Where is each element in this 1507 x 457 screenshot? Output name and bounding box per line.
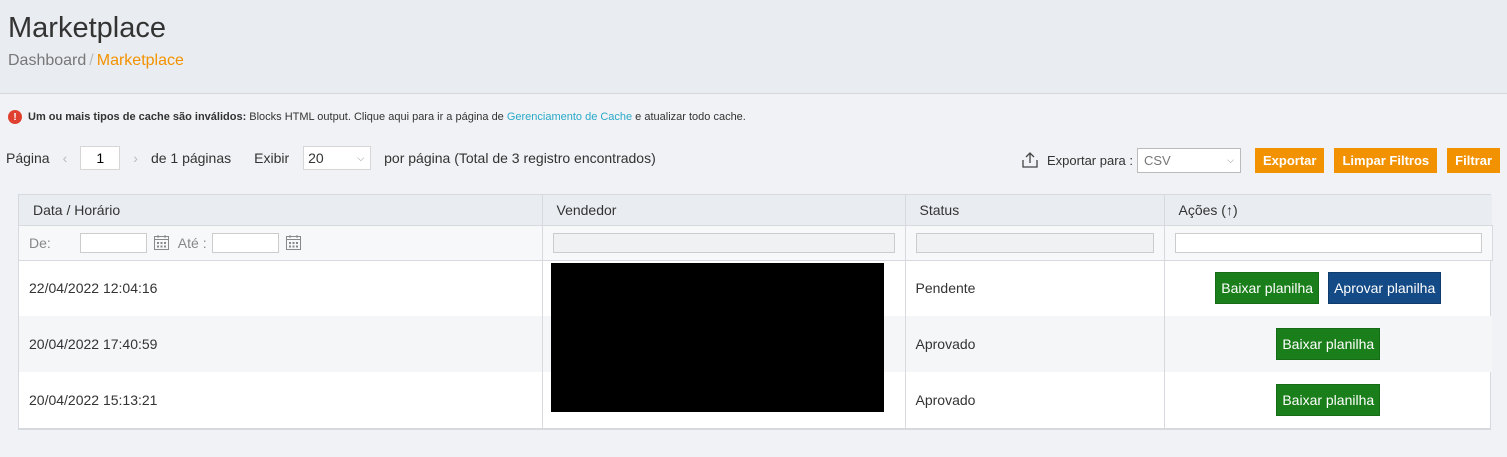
breadcrumb-separator: / [89,52,94,69]
page-header: Marketplace Dashboard / Marketplace [0,0,1507,94]
date-from-input[interactable] [79,232,147,253]
export-button[interactable]: Exportar [1255,147,1325,173]
pagination: Página ‹ › de 1 páginas Exibir 20 ⌵ por … [6,146,656,170]
status-filter-cell [905,224,1165,261]
breadcrumb-dashboard[interactable]: Dashboard [8,52,86,69]
cache-alert: ! Um ou mais tipos de cache são inválido… [8,110,746,124]
breadcrumb-current: Marketplace [96,52,184,69]
cell-datetime: 22/04/2022 12:04:16 [19,260,543,316]
per-page-label: por página (Total de 3 registro encontra… [384,150,656,166]
seller-filter-input[interactable] [552,232,895,253]
page-input[interactable] [80,146,121,170]
export-format-select[interactable]: CSV ⌵ [1137,147,1241,173]
alert-text-after: e atualizar todo cache. [635,111,746,123]
cache-management-link[interactable]: Gerenciamento de Cache [507,111,632,123]
breadcrumb: Dashboard / Marketplace [8,52,184,70]
download-sheet-button[interactable]: Baixar planilha [1215,272,1320,305]
filter-button[interactable]: Filtrar [1447,147,1500,173]
column-header-seller[interactable]: Vendedor [542,195,906,225]
cell-actions: Baixar planilha Aprovar planilha [1164,260,1492,316]
next-page-icon[interactable]: › [133,150,138,166]
column-header-datetime[interactable]: Data / Horário [19,195,543,225]
cell-status: Aprovado [905,316,1165,372]
chevron-down-icon: ⌵ [1227,154,1234,165]
download-sheet-button[interactable]: Baixar planilha [1276,328,1381,360]
to-label: Até : [177,234,207,251]
per-page-select[interactable]: 20 ⌵ [303,146,372,170]
cell-actions: Baixar planilha [1164,316,1492,372]
alert-text: Blocks HTML output. Clique aqui para ir … [249,111,504,123]
clear-filters-button[interactable]: Limpar Filtros [1334,147,1438,173]
show-label: Exibir [254,150,290,166]
error-icon: ! [8,110,22,124]
actions-filter-cell [1164,224,1493,261]
export-area: Exportar para : CSV ⌵ Exportar Limpar Fi… [1021,146,1500,174]
page-title: Marketplace [8,12,166,44]
redacted-seller-block [551,263,884,412]
upload-icon [1022,152,1038,168]
calendar-icon[interactable] [285,234,302,251]
column-header-status[interactable]: Status [905,195,1165,225]
date-filter-cell: De: Até : [19,224,543,261]
export-format-value: CSV [1144,152,1171,168]
date-to-input[interactable] [211,232,279,253]
per-page-value: 20 [308,150,324,166]
cell-status: Pendente [905,260,1165,316]
seller-filter-cell [542,224,906,261]
of-pages-label: de 1 páginas [150,150,232,166]
cell-actions: Baixar planilha [1164,372,1492,428]
approve-sheet-button[interactable]: Aprovar planilha [1328,272,1442,305]
chevron-down-icon: ⌵ [357,152,365,163]
column-header-actions[interactable]: Ações (↑) [1164,195,1492,225]
download-sheet-button[interactable]: Baixar planilha [1276,384,1381,416]
actions-filter-input[interactable] [1174,232,1482,253]
cell-datetime: 20/04/2022 15:13:21 [19,372,543,428]
calendar-icon[interactable] [153,234,170,251]
cell-datetime: 20/04/2022 17:40:59 [19,316,543,372]
from-label: De: [29,234,51,251]
status-filter-input[interactable] [915,232,1154,253]
export-label: Exportar para : [1047,152,1133,168]
page-label: Página [6,150,50,166]
alert-title: Um ou mais tipos de cache são inválidos: [28,111,247,123]
cell-status: Aprovado [905,372,1165,428]
prev-page-icon[interactable]: ‹ [63,150,68,166]
